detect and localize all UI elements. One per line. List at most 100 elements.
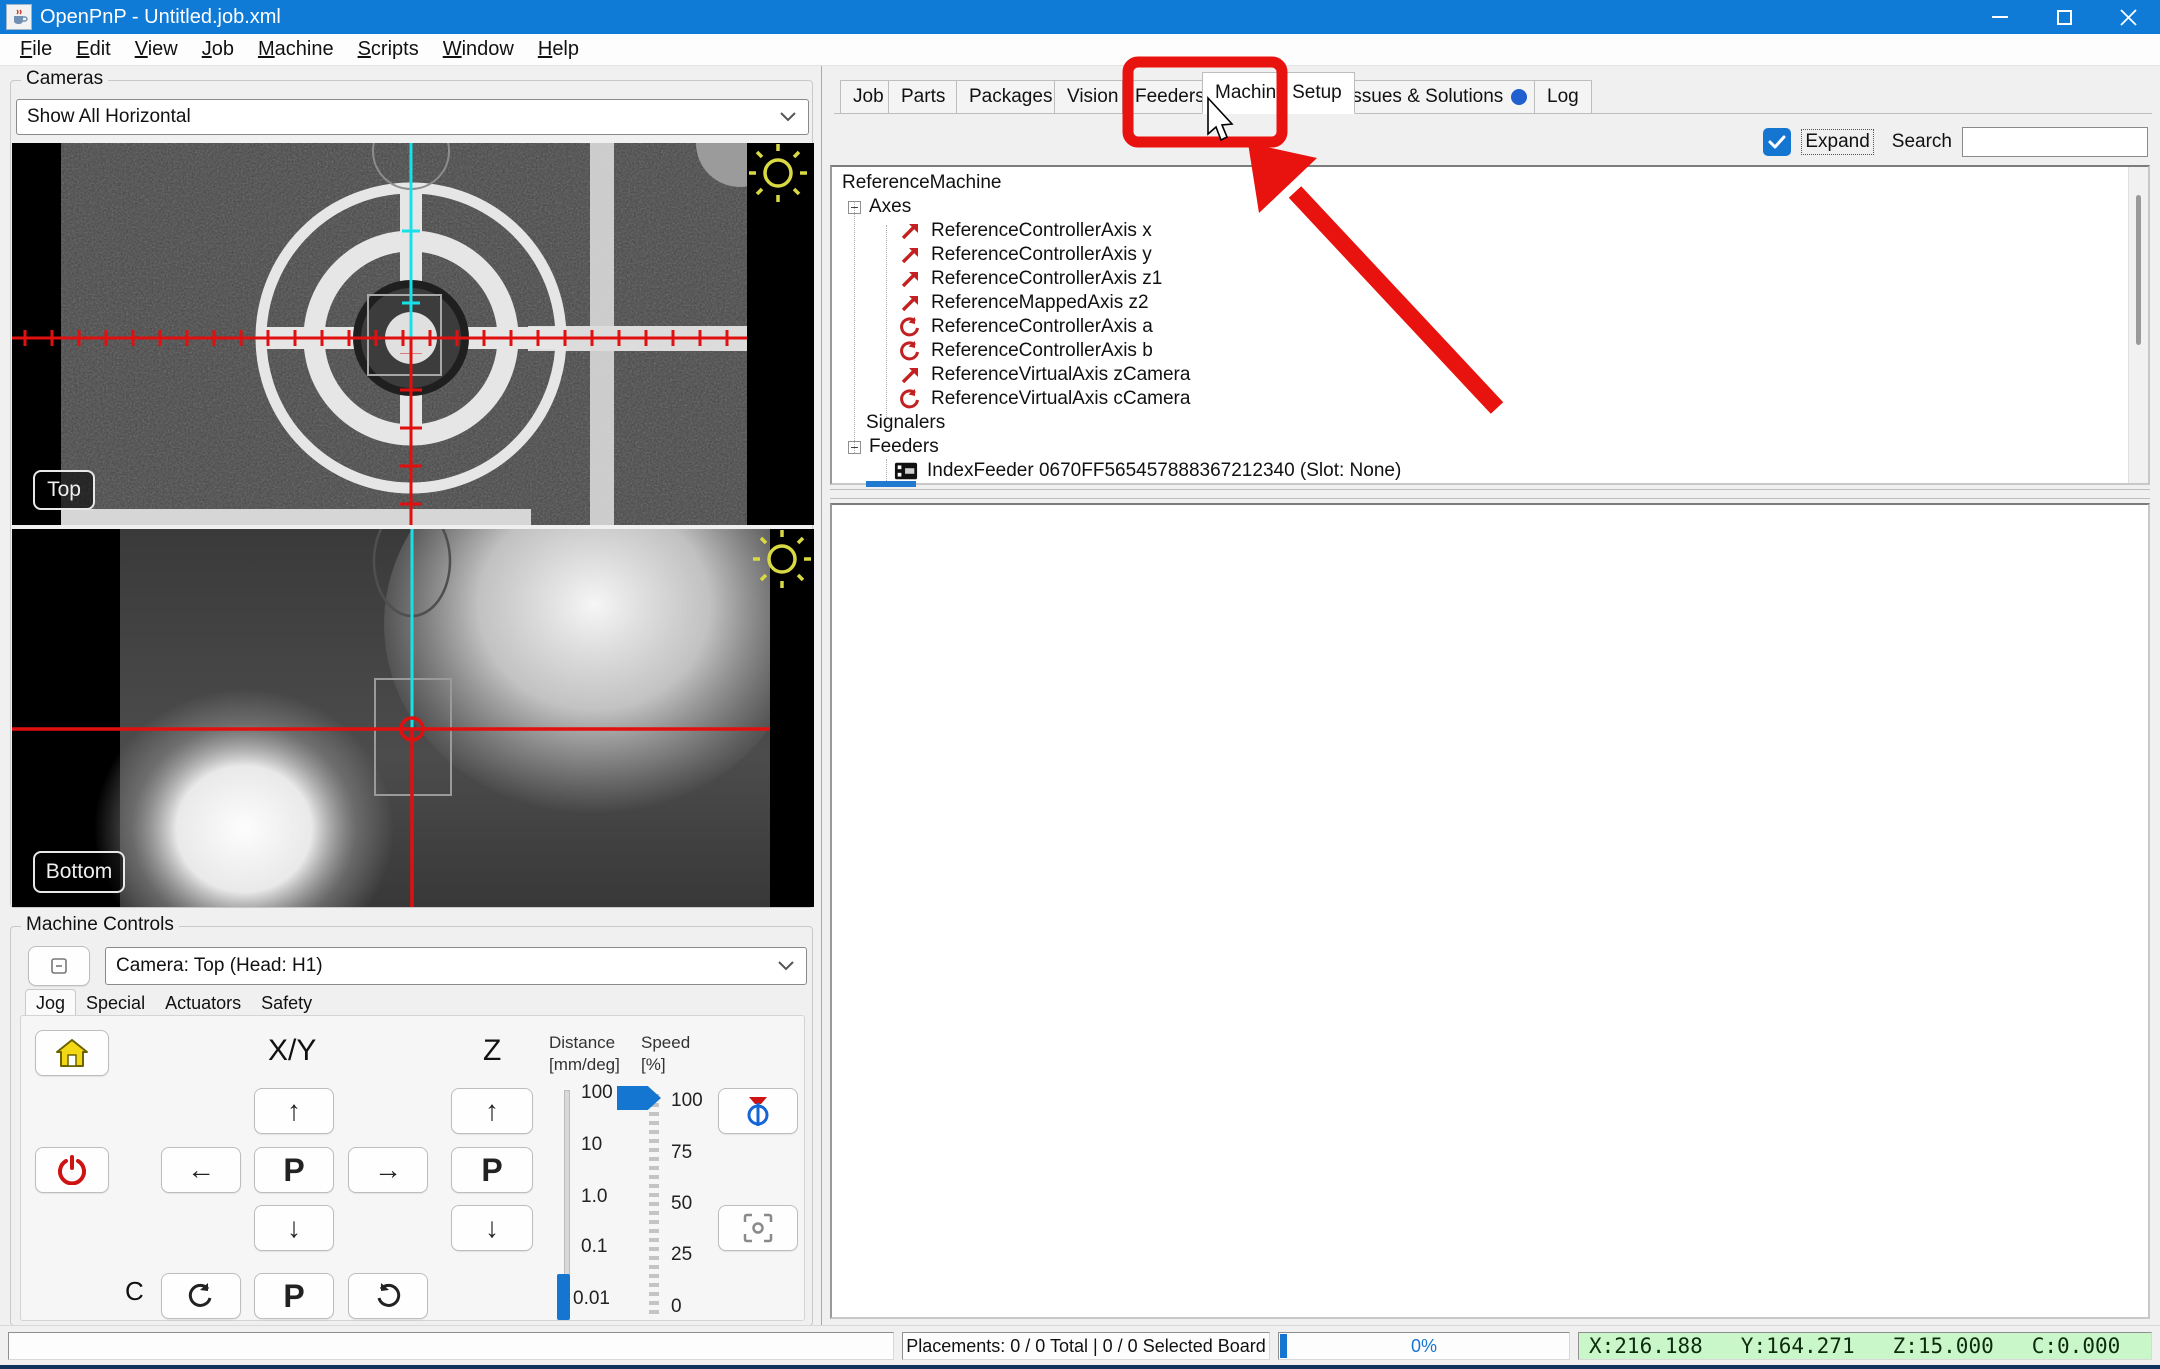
jog-c-ccw-button[interactable]: [161, 1273, 241, 1319]
menu-job[interactable]: Job: [192, 36, 244, 63]
linear-axis-icon: [898, 364, 922, 386]
dro-c: C:0.000: [2032, 1334, 2121, 1358]
tree-item-feeders[interactable]: Feeders: [838, 435, 2126, 459]
maximize-icon: [2057, 10, 2072, 25]
menu-window[interactable]: Window: [433, 36, 524, 63]
drop-indicator: [866, 481, 916, 487]
dro-position-readout: X:216.188 Y:164.271 Z:15.000 C:0.000: [1578, 1332, 2152, 1360]
jog-y-minus-button[interactable]: ↓: [254, 1205, 334, 1251]
progress-fill: [1280, 1334, 1287, 1358]
jog-z-plus-button[interactable]: ↑: [451, 1088, 533, 1134]
cameras-group-label: Cameras: [21, 68, 108, 90]
top-camera-image: [12, 143, 814, 525]
maximize-button[interactable]: [2032, 0, 2096, 34]
distance-tick-10: 10: [581, 1134, 602, 1156]
jog-z-minus-button[interactable]: ↓: [451, 1205, 533, 1251]
capture-position-button[interactable]: [718, 1205, 798, 1251]
xy-axis-header: X/Y: [268, 1034, 316, 1068]
right-column: Job Parts Packages Vision Feeders Machin…: [822, 66, 2160, 1325]
machine-setup-tree: ReferenceMachine Axes ReferenceControlle…: [830, 165, 2150, 485]
speed-tick-75: 75: [671, 1142, 692, 1164]
speed-tick-25: 25: [671, 1244, 692, 1266]
openpnp-window: OpenPnP - Untitled.job.xml File Edit Vie…: [0, 0, 2160, 1369]
java-app-icon: [6, 4, 32, 30]
tree-item-axis-ccamera[interactable]: ReferenceVirtualAxis cCamera: [838, 387, 2126, 411]
tree-scrollbar-thumb[interactable]: [2136, 195, 2141, 345]
tab-safety[interactable]: Safety: [251, 990, 322, 1017]
park-z-button[interactable]: P: [451, 1147, 533, 1193]
close-icon: [2120, 9, 2137, 26]
jog-y-plus-button[interactable]: ↑: [254, 1088, 334, 1134]
head-camera-selector[interactable]: Camera: Top (Head: H1): [105, 947, 807, 985]
park-c-button[interactable]: P: [254, 1273, 334, 1319]
jog-x-plus-button[interactable]: →: [348, 1147, 428, 1193]
menu-help[interactable]: Help: [528, 36, 589, 63]
tree-item-axis-a[interactable]: ReferenceControllerAxis a: [838, 315, 2126, 339]
tree-scrollbar[interactable]: [2128, 167, 2148, 483]
tab-special[interactable]: Special: [76, 990, 155, 1017]
speed-tick-0: 0: [671, 1296, 682, 1318]
dro-y: Y:164.271: [1741, 1334, 1855, 1358]
tab-jog[interactable]: Jog: [25, 989, 76, 1017]
home-button[interactable]: [35, 1030, 109, 1076]
speed-slider-track[interactable]: [649, 1094, 659, 1318]
rotate-ccw-icon: [186, 1281, 216, 1311]
tab-packages[interactable]: Packages: [956, 80, 1065, 114]
power-button[interactable]: [35, 1147, 109, 1193]
arrow-up-icon: ↑: [287, 1095, 301, 1127]
window-controls: [1968, 0, 2160, 34]
expand-checkbox-label[interactable]: Expand: [1801, 129, 1873, 155]
linear-axis-icon: [898, 244, 922, 266]
tab-vision[interactable]: Vision: [1054, 80, 1131, 114]
tab-machine-setup[interactable]: Machine Setup: [1202, 72, 1355, 114]
tab-log[interactable]: Log: [1534, 80, 1592, 114]
head-camera-selector-value: Camera: Top (Head: H1): [116, 955, 323, 977]
tree-item-index-feeder[interactable]: IndexFeeder 0670FF565457888367212340 (Sl…: [838, 459, 2126, 483]
tree-item-axis-y[interactable]: ReferenceControllerAxis y: [838, 243, 2126, 267]
jog-x-minus-button[interactable]: ←: [161, 1147, 241, 1193]
expand-checkbox[interactable]: [1763, 128, 1791, 156]
tree-guide-line: [854, 201, 855, 453]
tree-item-axis-b[interactable]: ReferenceControllerAxis b: [838, 339, 2126, 363]
tree-item-axis-z1[interactable]: ReferenceControllerAxis z1: [838, 267, 2126, 291]
minimize-button[interactable]: [1968, 0, 2032, 34]
top-camera-label: Top: [33, 470, 95, 510]
menu-machine[interactable]: Machine: [248, 36, 344, 63]
bottom-camera-image: [12, 529, 814, 907]
z-axis-header: Z: [483, 1034, 501, 1068]
collapse-controls-button[interactable]: [28, 946, 90, 986]
home-icon: [55, 1038, 89, 1068]
tree-item-axis-zcamera[interactable]: ReferenceVirtualAxis zCamera: [838, 363, 2126, 387]
tab-parts[interactable]: Parts: [888, 80, 958, 114]
machine-setup-toolbar: Expand Search: [1763, 120, 2148, 164]
linear-axis-icon: [898, 268, 922, 290]
arrow-left-icon: ←: [187, 1154, 215, 1186]
tree-item-axis-x[interactable]: ReferenceControllerAxis x: [838, 219, 2126, 243]
search-input[interactable]: [1962, 127, 2148, 157]
distance-slider-handle[interactable]: [557, 1274, 570, 1320]
position-camera-button[interactable]: [718, 1088, 798, 1134]
close-button[interactable]: [2096, 0, 2160, 34]
tree-item-reference-machine[interactable]: ReferenceMachine: [838, 171, 2126, 195]
bottom-camera-view[interactable]: Bottom: [12, 529, 814, 907]
camera-view-selector[interactable]: Show All Horizontal: [16, 99, 809, 135]
cameras-group: Cameras Show All Horizontal: [10, 80, 813, 908]
tab-actuators[interactable]: Actuators: [155, 990, 251, 1017]
job-progress-bar: 0%: [1278, 1332, 1570, 1360]
park-label: P: [283, 1152, 304, 1189]
park-label: P: [283, 1278, 304, 1315]
menu-edit[interactable]: Edit: [66, 36, 120, 63]
menu-scripts[interactable]: Scripts: [348, 36, 429, 63]
tab-issues-solutions[interactable]: Issues & Solutions: [1334, 80, 1540, 114]
top-camera-view[interactable]: Top: [12, 143, 814, 525]
menu-file[interactable]: File: [10, 36, 62, 63]
tree-item-axis-z2[interactable]: ReferenceMappedAxis z2: [838, 291, 2126, 315]
java-cup-icon: [10, 8, 28, 26]
jog-panel: X/Y Z Distance [mm/deg] Speed [%] ↑ ← P …: [20, 1015, 805, 1321]
tree-item-axes[interactable]: Axes: [838, 195, 2126, 219]
tree-item-signalers[interactable]: Signalers: [838, 411, 2126, 435]
park-xy-button[interactable]: P: [254, 1147, 334, 1193]
menu-view[interactable]: View: [125, 36, 188, 63]
horizontal-splitter[interactable]: [830, 489, 2150, 499]
jog-c-cw-button[interactable]: [348, 1273, 428, 1319]
